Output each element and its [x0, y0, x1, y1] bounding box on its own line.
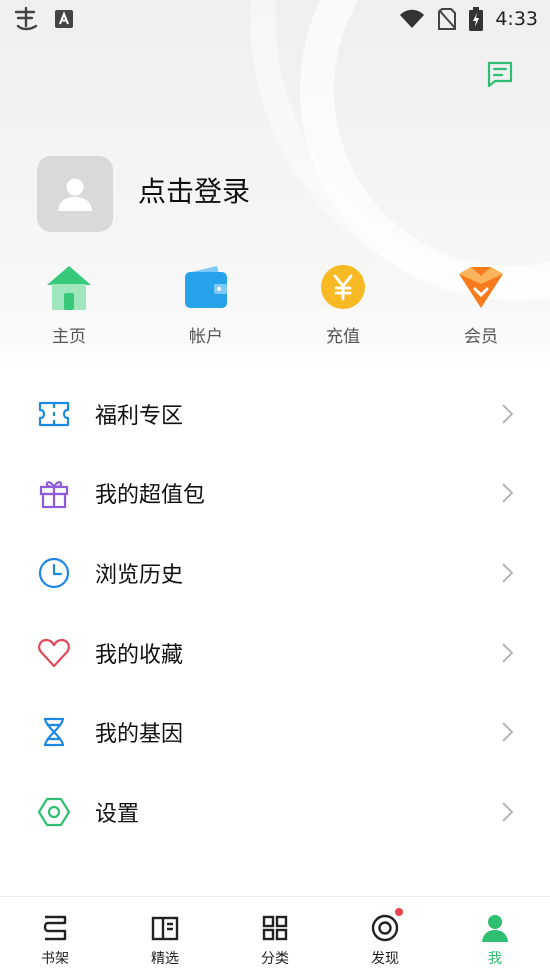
nav-label: 书架 [41, 951, 69, 967]
vip-badge-icon [459, 267, 503, 308]
nav-label: 精选 [151, 951, 179, 967]
menu-item-settings[interactable]: 设置 [0, 772, 550, 852]
chevron-right-icon [502, 642, 514, 663]
bookshelf-icon [43, 915, 67, 941]
nav-tab-category[interactable]: 分类 [220, 897, 330, 979]
chevron-right-icon [502, 563, 514, 583]
menu-item-label: 福利专区 [95, 403, 184, 429]
open-book-icon [151, 916, 179, 941]
quick-action-account[interactable]: 帐户 [156, 262, 256, 347]
avatar[interactable] [37, 156, 113, 232]
chevron-right-icon [502, 404, 514, 424]
menu-item-label: 我的收藏 [95, 642, 184, 668]
menu-item-label: 我的超值包 [95, 483, 206, 509]
quick-action-label: 主页 [52, 327, 86, 347]
menu-item-favorites[interactable]: 我的收藏 [0, 613, 550, 693]
background-decoration [300, 0, 550, 300]
dna-icon [43, 717, 65, 747]
nav-tab-me[interactable]: 我 [440, 897, 550, 979]
wifi-icon [400, 9, 425, 28]
status-bar: 4:33 [0, 0, 550, 38]
default-avatar-icon [58, 178, 92, 211]
menu-item-welfare[interactable]: 福利专区 [0, 374, 550, 454]
discover-icon [371, 914, 399, 942]
message-icon[interactable] [486, 60, 514, 88]
bottom-navigation: 书架 精选 分类 发现 我 [0, 896, 550, 979]
grid-icon [262, 915, 288, 941]
menu-item-label: 设置 [95, 801, 140, 827]
chevron-right-icon [502, 483, 514, 504]
quick-action-home[interactable]: 主页 [19, 262, 119, 347]
login-prompt[interactable]: 点击登录 [138, 170, 250, 210]
menu-item-label: 浏览历史 [95, 562, 184, 588]
nav-label: 发现 [371, 951, 399, 967]
notification-badge [395, 908, 403, 916]
quick-action-label: 帐户 [189, 327, 223, 347]
home-icon [47, 266, 91, 310]
yen-coin-icon [321, 265, 365, 309]
settings-hex-icon [37, 797, 71, 826]
menu-item-value-pack[interactable]: 我的超值包 [0, 454, 550, 534]
chevron-right-icon [502, 722, 514, 742]
nav-tab-featured[interactable]: 精选 [110, 897, 220, 979]
nav-tab-bookshelf[interactable]: 书架 [0, 897, 110, 979]
user-icon [482, 915, 508, 942]
font-notification-icon [55, 10, 73, 28]
menu-item-history[interactable]: 浏览历史 [0, 533, 550, 613]
nav-label: 分类 [261, 951, 289, 967]
quick-action-label: 充值 [326, 327, 360, 347]
heart-icon [38, 638, 70, 667]
menu-list: 福利专区 我的超值包 浏览历史 我的收藏 我的基因 设置 [0, 374, 550, 852]
app-notification-icon [14, 6, 38, 31]
quick-action-recharge[interactable]: 充值 [293, 262, 393, 347]
nav-label: 我 [488, 951, 502, 967]
status-time: 4:33 [495, 8, 538, 30]
ticket-icon [38, 401, 70, 426]
no-sim-icon [438, 8, 457, 30]
nav-tab-discover[interactable]: 发现 [330, 897, 440, 979]
battery-charging-icon [469, 7, 484, 31]
clock-icon [38, 557, 70, 589]
quick-action-label: 会员 [464, 327, 498, 347]
menu-item-genes[interactable]: 我的基因 [0, 692, 550, 772]
quick-action-vip[interactable]: 会员 [431, 262, 531, 347]
menu-item-label: 我的基因 [95, 722, 184, 748]
chevron-right-icon [502, 802, 514, 822]
wallet-icon [185, 266, 227, 308]
gift-icon [39, 481, 69, 509]
quick-actions: 主页 帐户 充值 会员 [0, 262, 550, 352]
profile-page: 4:33 点击登录 主页 帐户 充值 会员 福利专区 我的超值包 浏览历史 我的… [0, 0, 550, 979]
